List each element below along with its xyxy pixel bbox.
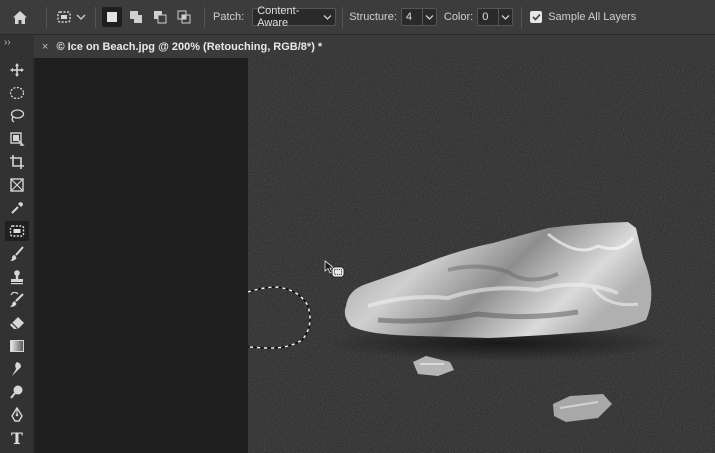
object-selection-tool[interactable] (5, 129, 29, 149)
gradient-icon (10, 340, 24, 352)
type-tool[interactable]: T (5, 428, 29, 448)
pasteboard (35, 58, 248, 453)
color-input[interactable]: 0 (477, 8, 500, 26)
gradient-tool[interactable] (5, 336, 29, 356)
document-tab-row: ›› × © Ice on Beach.jpg @ 200% (Retouchi… (0, 35, 715, 58)
home-icon (13, 10, 27, 24)
move-tool[interactable] (5, 60, 29, 80)
structure-input[interactable]: 4 (400, 8, 423, 26)
color-label: Color: (443, 11, 474, 23)
history-brush-tool[interactable] (5, 290, 29, 310)
subtract-from-selection-button[interactable] (150, 7, 170, 27)
clone-stamp-tool[interactable] (5, 267, 29, 287)
patch-mode-value: Content-Aware (257, 5, 300, 29)
document-canvas[interactable] (248, 58, 715, 453)
separator (46, 6, 47, 28)
frame-icon (10, 178, 24, 192)
patch-mode-dropdown[interactable]: Content-Aware (252, 5, 337, 29)
eyedropper-tool[interactable] (5, 198, 29, 218)
chevron-down-icon (425, 14, 434, 20)
brush-icon (10, 246, 24, 261)
sample-all-layers-label[interactable]: Sample All Layers (548, 11, 636, 23)
history-brush-icon (10, 292, 24, 307)
close-tab-button[interactable]: × (42, 41, 48, 53)
separator (342, 6, 344, 28)
elliptical-marquee-tool[interactable] (5, 83, 29, 103)
color-dropdown-button[interactable] (499, 8, 514, 26)
stamp-icon (11, 270, 23, 285)
panel-collapse-button[interactable]: ›› (0, 35, 34, 58)
eraser-icon (10, 317, 24, 330)
smudge-icon (12, 362, 21, 376)
patch-tool[interactable] (5, 221, 29, 241)
separator (521, 6, 523, 28)
ellipse-marquee-icon (9, 86, 25, 100)
smudge-tool[interactable] (5, 359, 29, 379)
subtract-selection-icon (154, 11, 167, 24)
checkmark-icon (532, 13, 541, 21)
structure-dropdown-button[interactable] (422, 8, 437, 26)
add-to-selection-button[interactable] (126, 7, 146, 27)
frame-tool[interactable] (5, 175, 29, 195)
intersect-selection-button[interactable] (174, 7, 194, 27)
tools-panel: T (0, 58, 34, 453)
brush-tool[interactable] (5, 244, 29, 264)
home-button[interactable] (0, 5, 40, 29)
eraser-tool[interactable] (5, 313, 29, 333)
sample-all-layers-checkbox[interactable] (530, 11, 543, 23)
pen-icon (11, 407, 23, 422)
structure-label: Structure: (349, 11, 397, 23)
add-selection-icon (130, 11, 142, 23)
tool-preset-picker[interactable] (53, 5, 89, 29)
intersect-selection-icon (177, 10, 191, 24)
patch-label: Patch: (213, 11, 245, 23)
dodge-icon (10, 385, 23, 399)
chevron-down-icon (76, 14, 86, 20)
patch-icon (9, 225, 25, 237)
new-selection-button[interactable] (102, 7, 122, 27)
object-selection-icon (10, 132, 25, 146)
move-icon (10, 63, 24, 77)
separator (95, 6, 96, 28)
separator (204, 6, 205, 28)
patch-icon (57, 11, 71, 23)
crop-tool[interactable] (5, 152, 29, 172)
chevron-down-icon (323, 14, 332, 20)
chevron-down-icon (501, 14, 510, 20)
document-tab[interactable]: × © Ice on Beach.jpg @ 200% (Retouching,… (34, 35, 715, 58)
document-title: © Ice on Beach.jpg @ 200% (Retouching, R… (56, 40, 323, 53)
dodge-tool[interactable] (5, 382, 29, 402)
new-selection-icon (107, 12, 117, 22)
lasso-tool[interactable] (5, 106, 29, 126)
pen-tool[interactable] (5, 405, 29, 425)
lasso-icon (10, 109, 25, 123)
type-icon: T (11, 428, 23, 448)
eyedropper-icon (11, 202, 23, 214)
options-bar: Patch: Content-Aware Structure: 4 Color:… (0, 0, 715, 35)
beach-photo (248, 58, 715, 453)
crop-icon (10, 155, 24, 169)
